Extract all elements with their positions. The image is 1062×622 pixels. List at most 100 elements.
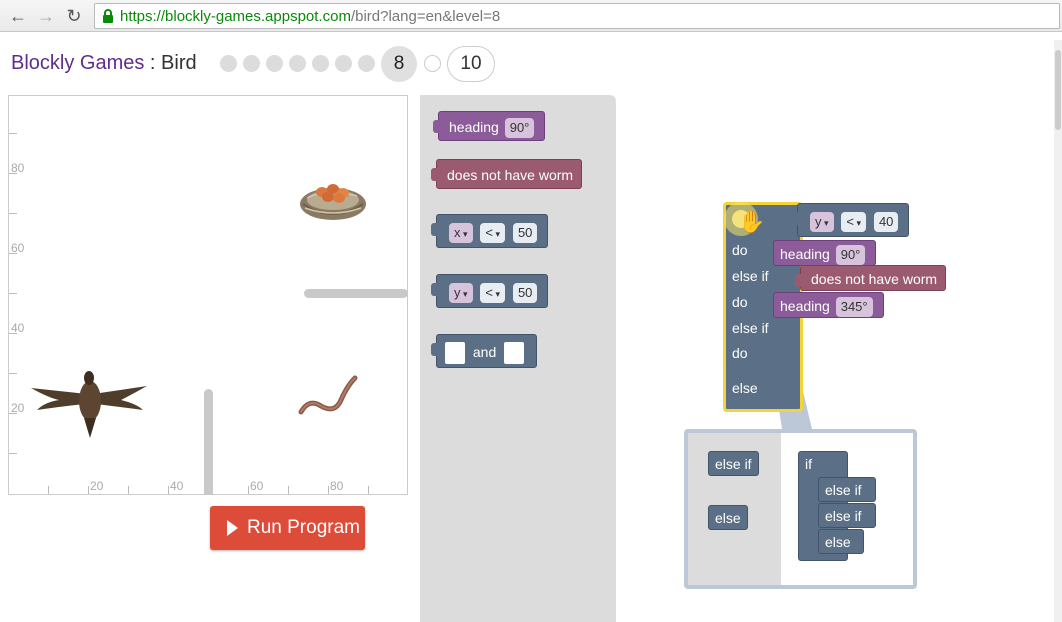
heading-block-label: heading (780, 298, 830, 314)
hand-cursor-icon: ✋ (738, 209, 766, 234)
do-label: do (732, 242, 748, 258)
heading-block[interactable]: heading 90° (773, 240, 877, 266)
level-dot[interactable] (358, 55, 375, 72)
palette-else-block[interactable]: else (708, 505, 748, 530)
heading-angle-field[interactable]: 90° (835, 245, 866, 266)
level-dot[interactable] (424, 55, 441, 72)
toolbox: heading 90° does not have worm x < 50 y … (420, 95, 616, 622)
do-label: do (732, 345, 748, 361)
do-label: do (732, 294, 748, 310)
y-number-field[interactable]: 50 (512, 283, 538, 304)
workspace[interactable]: ✋ do else if do else if do else y < 40 h… (616, 95, 1054, 622)
level-dot[interactable] (335, 55, 352, 72)
mutator-if-label: if (805, 456, 812, 472)
current-level[interactable]: 8 (381, 46, 417, 82)
level-dot[interactable] (266, 55, 283, 72)
y-axis-label: 80 (11, 161, 25, 175)
lock-icon (103, 9, 113, 23)
y-tick (9, 453, 17, 454)
address-bar[interactable]: https://blockly-games.appspot.com/bird?l… (94, 3, 1060, 29)
compare-x-block[interactable]: x < 50 (430, 214, 549, 248)
and-left-slot (445, 342, 465, 365)
level-dot[interactable] (220, 55, 237, 72)
scrollbar-thumb[interactable] (1055, 50, 1061, 130)
wall-vertical (204, 389, 213, 495)
run-program-button[interactable]: Run Program (210, 506, 365, 550)
app-name[interactable]: Blockly Games (11, 52, 144, 74)
operator-dropdown[interactable]: < (841, 212, 867, 233)
run-program-label: Run Program (247, 517, 360, 538)
condition-block[interactable]: y < 40 (791, 203, 910, 237)
mutator-else-if-block[interactable]: else if (818, 503, 876, 528)
x-tick (288, 486, 289, 494)
x-axis-label: 60 (250, 479, 264, 493)
mutator-palette: else if else (688, 433, 781, 585)
nest-icon (300, 184, 366, 220)
operator-dropdown[interactable]: < (480, 223, 506, 244)
bird-icon (31, 371, 147, 438)
compare-y-block[interactable]: y < 50 (430, 274, 549, 308)
x-tick (128, 486, 129, 494)
x-tick (368, 486, 369, 494)
no-worm-label: does not have worm (811, 271, 938, 287)
x-tick (168, 486, 169, 494)
operator-dropdown[interactable]: < (480, 283, 506, 304)
and-right-slot (504, 342, 525, 365)
mutator-else-block[interactable]: else (818, 529, 864, 554)
x-tick (328, 486, 329, 494)
level-dot[interactable] (312, 55, 329, 72)
mutator-bubble[interactable]: else if else if else if else if else (684, 429, 917, 589)
back-icon[interactable]: ← (6, 4, 30, 28)
title-separator: : (144, 52, 162, 74)
heading-angle-field[interactable]: 90° (504, 118, 535, 139)
url-text: https://blockly-games.appspot.com/bird?l… (120, 8, 500, 25)
x-axis-label: 20 (90, 479, 104, 493)
y-tick (9, 213, 17, 214)
y-axis-label: 60 (11, 241, 25, 255)
y-number-field[interactable]: 40 (873, 212, 899, 233)
no-worm-block[interactable]: does not have worm (430, 159, 583, 189)
x-number-field[interactable]: 50 (512, 223, 538, 244)
heading-block[interactable]: heading 90° (432, 111, 546, 141)
level-dot[interactable] (289, 55, 306, 72)
last-level[interactable]: 10 (447, 46, 495, 82)
browser-toolbar: ← → ↻ https://blockly-games.appspot.com/… (0, 0, 1062, 32)
y-variable-dropdown[interactable]: y (449, 283, 473, 304)
forward-icon[interactable]: → (34, 4, 58, 28)
heading-block[interactable]: heading 345° (773, 292, 884, 318)
x-tick (248, 486, 249, 494)
x-axis-label: 40 (170, 479, 184, 493)
y-tick (9, 373, 17, 374)
url-host: https://blockly-games.appspot.com (120, 8, 351, 25)
y-tick (9, 293, 17, 294)
wall-horizontal (304, 289, 408, 298)
x-tick (48, 486, 49, 494)
heading-angle-field[interactable]: 345° (835, 297, 873, 318)
level-dot[interactable] (243, 55, 260, 72)
no-worm-label: does not have worm (447, 167, 574, 183)
and-label: and (472, 344, 497, 360)
worm-icon (298, 375, 358, 415)
else-label: else (732, 380, 758, 396)
mutator-else-if-block[interactable]: else if (818, 477, 876, 502)
y-variable-dropdown[interactable]: y (810, 212, 834, 233)
and-block[interactable]: and (430, 334, 538, 368)
page-scrollbar[interactable] (1054, 40, 1062, 622)
else-if-label: else if (732, 320, 769, 336)
play-icon (227, 520, 238, 536)
x-tick (88, 486, 89, 494)
y-axis-label: 40 (11, 321, 25, 335)
page-title: Blockly Games : Bird (11, 52, 197, 75)
reload-icon[interactable]: ↻ (62, 4, 86, 28)
game-canvas: 80 60 40 20 20 40 60 80 (8, 95, 408, 495)
palette-else-if-block[interactable]: else if (708, 451, 759, 476)
url-path: /bird?lang=en&level=8 (350, 8, 501, 25)
game-name: Bird (161, 52, 197, 74)
y-axis-label: 20 (11, 401, 25, 415)
no-worm-block[interactable]: does not have worm (794, 265, 947, 291)
else-if-label: else if (732, 268, 769, 284)
y-tick (9, 133, 17, 134)
x-variable-dropdown[interactable]: x (449, 223, 473, 244)
heading-block-label: heading (780, 246, 830, 262)
heading-block-label: heading (449, 119, 499, 135)
